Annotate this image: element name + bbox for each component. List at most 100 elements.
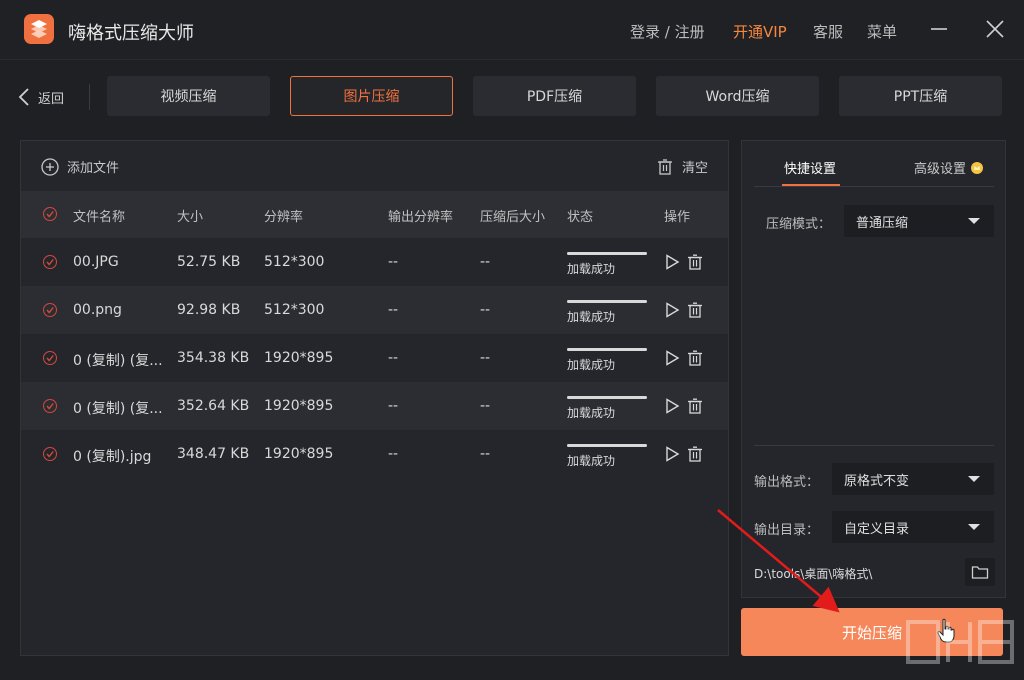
compress-mode-select[interactable]: 普通压缩 [844, 205, 994, 237]
load-progress-bar [567, 300, 647, 303]
load-progress-bar [567, 348, 647, 351]
chevron-left-icon [18, 88, 29, 106]
row-checkbox[interactable] [43, 399, 57, 413]
chevron-down-icon [968, 524, 980, 530]
preview-play-icon[interactable] [664, 446, 680, 462]
load-progress-bar [567, 444, 647, 447]
delete-row-icon[interactable] [687, 254, 703, 270]
header-status: 状态 [567, 210, 594, 225]
cell-compressed-size: -- [480, 302, 491, 318]
cell-compressed-size: -- [480, 254, 491, 270]
plus-circle-icon [41, 157, 59, 176]
clear-button[interactable]: 清空 [656, 157, 708, 176]
table-row[interactable]: 00.png 92.98 KB 512*300 -- -- 加载成功 [21, 286, 728, 334]
tab-image-compress[interactable]: 图片压缩 [290, 76, 453, 116]
cell-resolution: 512*300 [264, 302, 325, 318]
output-path: D:\tools\桌面\嗨格式\ [754, 567, 873, 581]
close-icon[interactable] [984, 18, 1006, 40]
cell-status: 加载成功 [567, 358, 616, 372]
output-format-select[interactable]: 原格式不变 [832, 463, 994, 495]
menu-link[interactable]: 菜单 [867, 21, 897, 42]
folder-icon [971, 566, 989, 579]
settings-panel: 快捷设置 高级设置 压缩模式： 普通压缩 输出格式： 原格式不变 输出目录： 自… [741, 140, 1006, 598]
table-row[interactable]: 0 (复制).jpg 348.47 KB 1920*895 -- -- 加载成功 [21, 430, 728, 478]
customer-service-link[interactable]: 客服 [813, 21, 843, 42]
cell-output-resolution: -- [388, 254, 399, 270]
cell-output-resolution: -- [388, 398, 399, 414]
back-label: 返回 [38, 91, 65, 107]
cell-resolution: 512*300 [264, 254, 325, 270]
output-format-label: 输出格式： [754, 475, 820, 490]
table-row[interactable]: 0 (复制) (复... 354.38 KB 1920*895 -- -- 加载成功 [21, 334, 728, 382]
delete-row-icon[interactable] [687, 446, 703, 462]
row-checkbox[interactable] [43, 255, 57, 269]
table-row[interactable]: 0 (复制) (复... 352.64 KB 1920*895 -- -- 加载成功 [21, 382, 728, 430]
cell-status: 加载成功 [567, 310, 616, 324]
cell-status: 加载成功 [567, 406, 616, 420]
cell-resolution: 1920*895 [264, 350, 334, 366]
preview-play-icon[interactable] [664, 350, 680, 366]
load-progress-bar [567, 396, 647, 399]
delete-row-icon[interactable] [687, 350, 703, 366]
cell-file-name: 0 (复制) (复... [73, 401, 163, 417]
preview-play-icon[interactable] [664, 398, 680, 414]
minimize-icon[interactable] [928, 18, 950, 40]
row-checkbox[interactable] [43, 351, 57, 365]
watermark-logo [906, 620, 1014, 664]
compress-mode-value: 普通压缩 [856, 215, 909, 231]
select-all-checkbox[interactable] [43, 207, 57, 221]
nav-divider [89, 84, 90, 110]
output-dir-label: 输出目录： [754, 523, 820, 538]
tab-advanced-settings[interactable]: 高级设置 [914, 158, 984, 177]
cell-file-name: 00.png [73, 302, 122, 318]
back-button[interactable]: 返回 [18, 84, 64, 110]
cell-size: 52.75 KB [177, 254, 241, 270]
cell-output-resolution: -- [388, 350, 399, 366]
load-progress-fill [567, 300, 647, 303]
preview-play-icon[interactable] [664, 302, 680, 318]
delete-row-icon[interactable] [687, 398, 703, 414]
title-bar: 嗨格式压缩大师 登录 / 注册 开通VIP 客服 菜单 [0, 0, 1024, 60]
cell-file-name: 00.JPG [73, 254, 119, 270]
table-header: 文件名称 大小 分辨率 输出分辨率 压缩后大小 状态 操作 [21, 191, 728, 238]
add-file-button[interactable]: 添加文件 [41, 157, 119, 176]
preview-play-icon[interactable] [664, 254, 680, 270]
row-checkbox[interactable] [43, 447, 57, 461]
app-title: 嗨格式压缩大师 [68, 23, 194, 44]
load-progress-bar [567, 252, 647, 255]
cell-size: 92.98 KB [177, 302, 241, 318]
clear-label: 清空 [681, 161, 708, 176]
settings-tab-divider [754, 186, 994, 187]
browse-folder-button[interactable] [965, 558, 995, 586]
table-row[interactable]: 00.JPG 52.75 KB 512*300 -- -- 加载成功 [21, 238, 728, 286]
output-dir-value: 自定义目录 [844, 521, 910, 537]
row-checkbox[interactable] [43, 303, 57, 317]
delete-row-icon[interactable] [687, 302, 703, 318]
header-file-name: 文件名称 [73, 210, 126, 225]
tab-word-compress[interactable]: Word压缩 [656, 76, 819, 116]
output-dir-select[interactable]: 自定义目录 [832, 511, 994, 543]
chevron-down-icon [968, 476, 980, 482]
cell-size: 354.38 KB [177, 350, 250, 366]
cell-status: 加载成功 [567, 454, 616, 468]
load-progress-fill [567, 444, 647, 447]
cell-output-resolution: -- [388, 446, 399, 462]
tab-quick-settings[interactable]: 快捷设置 [784, 158, 836, 177]
cell-resolution: 1920*895 [264, 446, 334, 462]
load-progress-fill [567, 348, 647, 351]
cell-file-name: 0 (复制) (复... [73, 353, 163, 369]
cell-output-resolution: -- [388, 302, 399, 318]
login-register-link[interactable]: 登录 / 注册 [630, 21, 705, 42]
tab-ppt-compress[interactable]: PPT压缩 [839, 76, 1002, 116]
app-logo-icon [24, 14, 54, 44]
trash-icon [657, 158, 672, 175]
header-actions: 操作 [664, 210, 691, 225]
header-resolution: 分辨率 [264, 210, 304, 225]
tab-video-compress[interactable]: 视频压缩 [107, 76, 270, 116]
output-format-value: 原格式不变 [844, 473, 910, 489]
advanced-settings-label: 高级设置 [914, 162, 967, 177]
cell-compressed-size: -- [480, 398, 491, 414]
tab-pdf-compress[interactable]: PDF压缩 [473, 76, 636, 116]
load-progress-fill [567, 396, 647, 399]
open-vip-link[interactable]: 开通VIP [733, 21, 787, 42]
